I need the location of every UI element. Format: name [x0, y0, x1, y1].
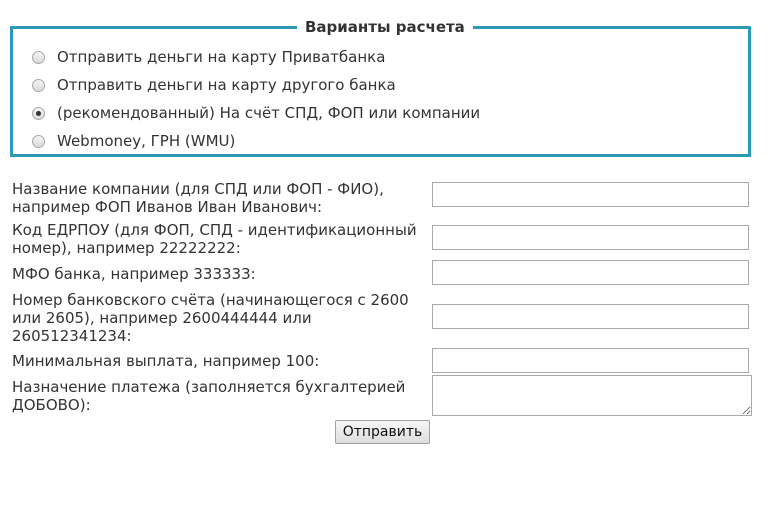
radio-button[interactable] [32, 78, 45, 92]
radio-label: (рекомендованный) На счёт СПД, ФОП или к… [57, 104, 481, 122]
radio-option-webmoney[interactable]: Webmoney, ГРН (WMU) [32, 131, 235, 151]
company-name-input[interactable] [432, 182, 749, 207]
mfo-input[interactable] [432, 260, 749, 285]
radio-label: Webmoney, ГРН (WMU) [57, 132, 236, 150]
edrpou-label: Код ЕДРПОУ (для ФОП, СПД - идентификацио… [12, 221, 417, 257]
company-name-label: Название компании (для СПД или ФОП - ФИО… [12, 180, 384, 216]
radio-option-other-bank[interactable]: Отправить деньги на карту другого банка [32, 75, 396, 95]
min-payout-label: Минимальная выплата, например 100: [12, 352, 320, 370]
edrpou-input[interactable] [432, 225, 749, 250]
radio-option-account[interactable]: (рекомендованный) На счёт СПД, ФОП или к… [32, 103, 480, 123]
radio-label: Отправить деньги на карту другого банка [57, 76, 396, 94]
min-payout-input[interactable] [432, 348, 749, 373]
radio-button[interactable] [32, 134, 45, 148]
radio-button-checked[interactable] [32, 106, 45, 120]
purpose-textarea[interactable] [432, 375, 752, 416]
radio-button[interactable] [32, 50, 45, 64]
account-input[interactable] [432, 304, 749, 329]
radio-option-privatbank[interactable]: Отправить деньги на карту Приватбанка [32, 47, 385, 67]
payment-options-fieldset: Варианты расчета Отправить деньги на кар… [10, 17, 751, 157]
account-label: Номер банковского счёта (начинающегося с… [12, 291, 409, 345]
radio-label: Отправить деньги на карту Приватбанка [57, 48, 386, 66]
purpose-label: Назначение платежа (заполняется бухгалте… [12, 378, 406, 414]
payment-options-legend: Варианты расчета [297, 17, 473, 37]
submit-button[interactable]: Отправить [335, 420, 430, 444]
mfo-label: МФО банка, например 333333: [12, 265, 256, 283]
